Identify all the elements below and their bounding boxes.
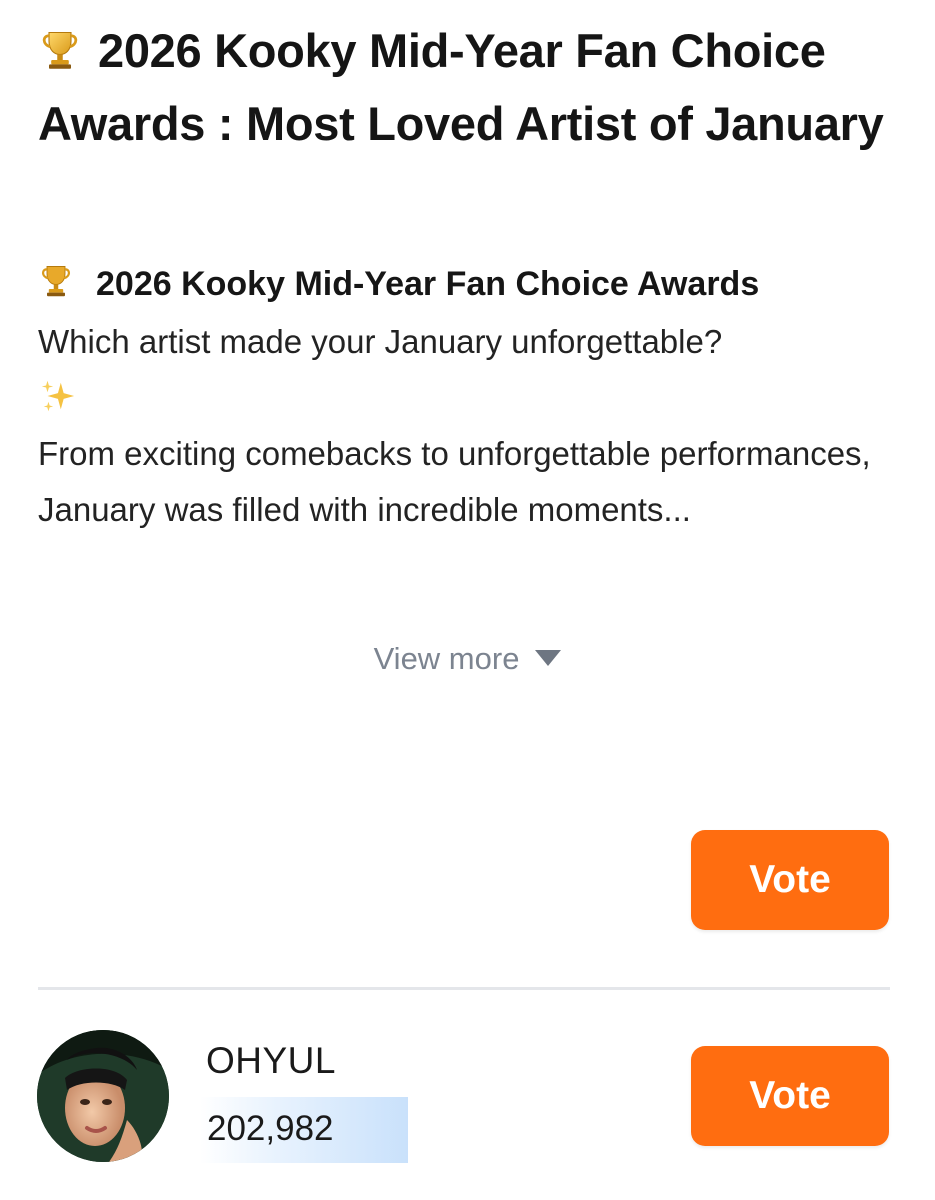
candidate-name: OHYUL	[206, 1040, 336, 1081]
description-body: From exciting comebacks to unforgettable…	[38, 435, 871, 528]
poll-title: 2026 Kooky Mid-Year Fan Choice Awards : …	[38, 24, 884, 150]
poll-description: 2026 Kooky Mid-Year Fan Choice Awards Wh…	[38, 257, 908, 538]
vote-button-label: Vote	[749, 858, 831, 901]
sparkle-row	[38, 370, 908, 426]
vote-count: 202,982	[207, 1109, 334, 1148]
view-more-label: View more	[373, 641, 520, 676]
description-heading-row: 2026 Kooky Mid-Year Fan Choice Awards	[38, 257, 908, 314]
avatar	[37, 1030, 169, 1162]
vote-button[interactable]: Vote	[691, 830, 889, 930]
caret-down-icon	[535, 650, 562, 666]
divider	[38, 987, 890, 990]
view-more-toggle[interactable]: View more	[0, 641, 935, 677]
trophy-icon	[38, 20, 82, 89]
trophy-icon	[38, 260, 74, 314]
description-question: Which artist made your January unforgett…	[38, 323, 723, 360]
sparkles-icon	[38, 377, 76, 420]
vote-button[interactable]: Vote	[691, 1046, 889, 1146]
description-heading: 2026 Kooky Mid-Year Fan Choice Awards	[96, 265, 760, 303]
poll-title-block: 2026 Kooky Mid-Year Fan Choice Awards : …	[38, 16, 908, 158]
poll-page: 2026 Kooky Mid-Year Fan Choice Awards : …	[0, 0, 935, 1200]
vote-button-label: Vote	[749, 1074, 831, 1117]
